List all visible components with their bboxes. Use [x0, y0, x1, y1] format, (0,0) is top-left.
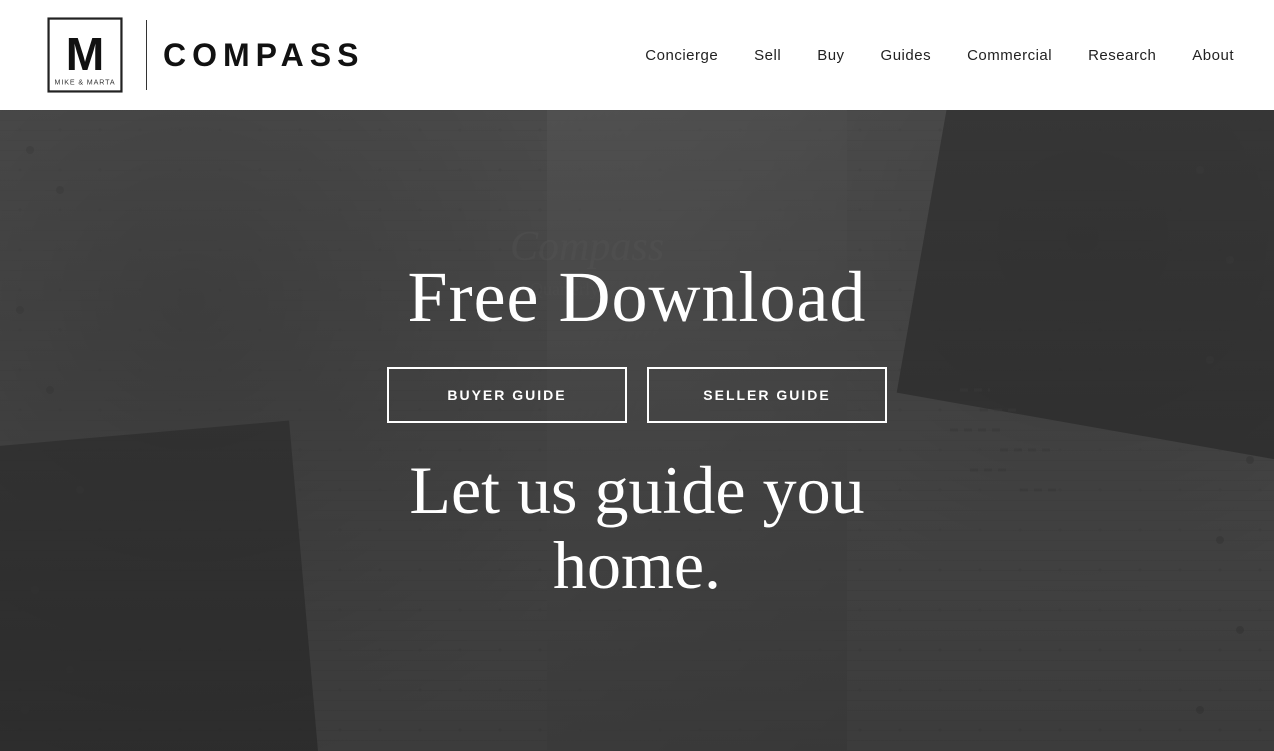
seller-guide-button[interactable]: SELLER GUIDE — [647, 367, 887, 423]
nav-item-guides[interactable]: Guides — [881, 47, 932, 64]
hero-title: Free Download — [408, 258, 867, 337]
nav-item-commercial[interactable]: Commercial — [967, 47, 1052, 64]
logo-area[interactable]: M MIKE & MARTA COMPASS — [40, 10, 364, 100]
hero-content: Free Download BUYER GUIDE SELLER GUIDE L… — [367, 238, 907, 623]
main-nav: Concierge Sell Buy Guides Commercial Res… — [645, 47, 1234, 64]
hero-section: Compass Quarterly Free Download BUYER GU… — [0, 110, 1274, 751]
hero-subtitle-line2: home. — [409, 528, 864, 603]
hero-subtitle: Let us guide you home. — [409, 453, 864, 603]
nav-item-about[interactable]: About — [1192, 47, 1234, 64]
logo-icon: M MIKE & MARTA — [40, 10, 130, 100]
nav-item-research[interactable]: Research — [1088, 47, 1156, 64]
compass-wordmark: COMPASS — [163, 37, 364, 74]
bg-shape-right — [897, 110, 1274, 462]
nav-item-buy[interactable]: Buy — [817, 47, 844, 64]
hero-buttons: BUYER GUIDE SELLER GUIDE — [387, 367, 887, 423]
logo-divider — [146, 20, 147, 90]
hero-subtitle-line1: Let us guide you — [409, 453, 864, 528]
nav-item-sell[interactable]: Sell — [754, 47, 781, 64]
svg-text:M: M — [66, 28, 105, 80]
svg-text:MIKE & MARTA: MIKE & MARTA — [55, 78, 116, 86]
bg-shape-left — [0, 421, 324, 751]
buyer-guide-button[interactable]: BUYER GUIDE — [387, 367, 627, 423]
nav-item-concierge[interactable]: Concierge — [645, 47, 718, 64]
header: M MIKE & MARTA COMPASS Concierge Sell Bu… — [0, 0, 1274, 110]
